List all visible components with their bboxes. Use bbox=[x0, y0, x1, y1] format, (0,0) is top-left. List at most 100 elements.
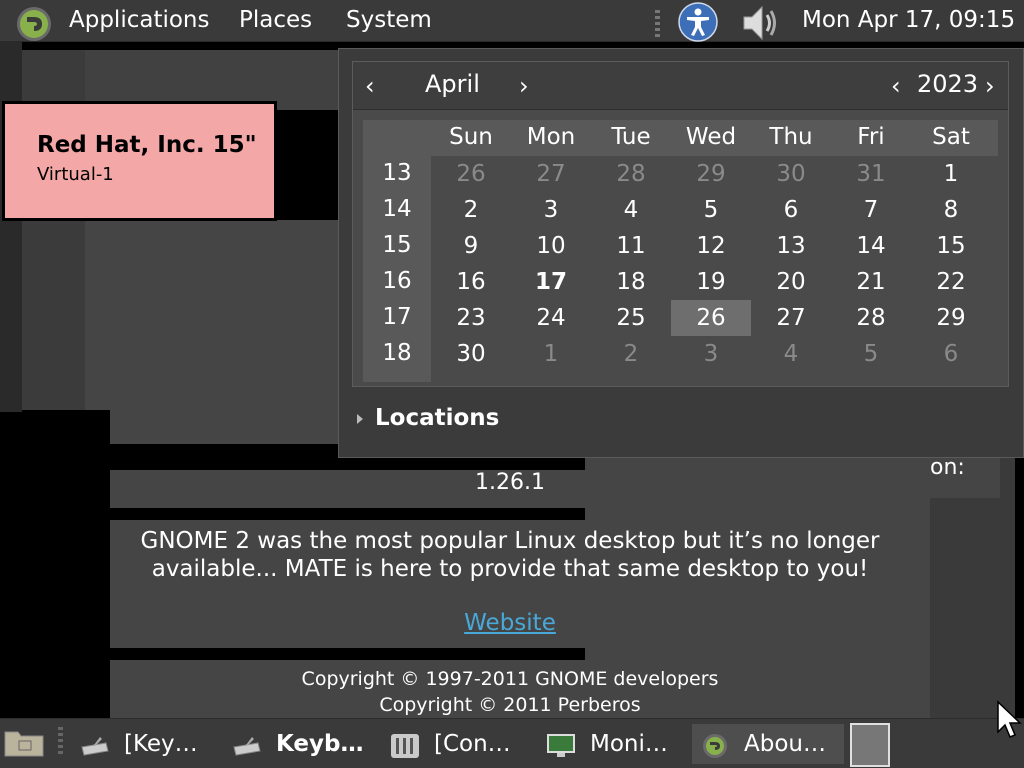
places-menu[interactable]: Places bbox=[239, 6, 312, 34]
partial-label: on: bbox=[930, 455, 965, 480]
mouse-cursor-icon bbox=[996, 700, 1022, 740]
clock[interactable]: Mon Apr 17, 09:15 bbox=[802, 6, 1015, 34]
calendar-day[interactable]: 19 bbox=[671, 264, 751, 300]
calendar-day[interactable]: 2 bbox=[591, 336, 671, 372]
locations-label: Locations bbox=[375, 405, 500, 431]
system-menu[interactable]: System bbox=[346, 6, 432, 34]
calendar-day[interactable]: 15 bbox=[911, 228, 991, 264]
calendar-day[interactable]: 4 bbox=[751, 336, 831, 372]
calendar-day[interactable]: 20 bbox=[751, 264, 831, 300]
weekday-label: Mon bbox=[526, 124, 576, 150]
month-label: April bbox=[425, 70, 480, 98]
accessibility-icon[interactable] bbox=[677, 1, 719, 43]
calendar-day[interactable]: 29 bbox=[671, 156, 751, 192]
taskbar-label: Keyb… bbox=[276, 731, 364, 757]
background-window-area bbox=[110, 410, 350, 444]
calendar-day[interactable]: 18 bbox=[591, 264, 671, 300]
version-label: 1.26.1 bbox=[475, 470, 545, 495]
taskbar-label: [Con… bbox=[434, 731, 511, 757]
weekday-label: Sun bbox=[449, 124, 493, 150]
mate-logo-icon bbox=[700, 732, 730, 758]
keyboard-icon bbox=[232, 732, 262, 758]
next-month-button[interactable]: › bbox=[519, 72, 529, 100]
week-number: 16 bbox=[382, 268, 412, 294]
next-year-button[interactable]: › bbox=[985, 72, 995, 100]
weekday-label: Tue bbox=[611, 124, 651, 150]
calendar-day[interactable]: 16 bbox=[431, 264, 511, 300]
weekday-label: Sat bbox=[932, 124, 970, 150]
calendar-day[interactable]: 21 bbox=[831, 264, 911, 300]
calendar-header: ‹ April › ‹ 2023 › bbox=[353, 62, 1008, 110]
panel-handle[interactable] bbox=[58, 727, 63, 757]
calendar-day[interactable]: 3 bbox=[671, 336, 751, 372]
year-label: 2023 bbox=[917, 70, 979, 98]
calendar-day[interactable]: 26 bbox=[431, 156, 511, 192]
calendar: ‹ April › ‹ 2023 › Sun Mon Tue Wed Thu Fri Sat… bbox=[352, 61, 1009, 387]
calendar-day[interactable]: 2 bbox=[431, 192, 511, 228]
description-line: available... MATE is here to provide tha… bbox=[151, 556, 869, 582]
expander-arrow-icon bbox=[357, 413, 363, 424]
panel-handle[interactable] bbox=[655, 10, 660, 38]
calendar-day[interactable]: 25 bbox=[591, 300, 671, 336]
monitor-icon bbox=[546, 732, 576, 758]
week-number: 17 bbox=[382, 304, 412, 330]
website-link[interactable]: Website bbox=[110, 610, 910, 636]
taskbar-button[interactable]: [Key… bbox=[64, 724, 220, 764]
description: GNOME 2 was the most popular Linux deskt… bbox=[110, 527, 910, 583]
calendar-day[interactable]: 5 bbox=[831, 336, 911, 372]
calendar-day[interactable]: 7 bbox=[831, 192, 911, 228]
volume-icon[interactable] bbox=[740, 2, 780, 44]
calendar-day[interactable]: 30 bbox=[751, 156, 831, 192]
monitor-output: Virtual-1 bbox=[37, 164, 114, 185]
mate-logo-icon[interactable] bbox=[12, 4, 56, 44]
show-desktop-icon[interactable] bbox=[2, 726, 46, 760]
taskbar-button[interactable]: Keyb… bbox=[222, 724, 382, 764]
copyright-line: Copyright © 2011 Perberos bbox=[379, 694, 641, 716]
calendar-day[interactable]: 1 bbox=[511, 336, 591, 372]
calendar-day[interactable]: 9 bbox=[431, 228, 511, 264]
calendar-day[interactable]: 28 bbox=[591, 156, 671, 192]
redraw-artifact bbox=[110, 648, 585, 660]
calendar-day[interactable]: 6 bbox=[751, 192, 831, 228]
taskbar-button[interactable]: Moni… bbox=[536, 724, 688, 764]
taskbar-label: Moni… bbox=[590, 731, 668, 757]
calendar-day[interactable]: 22 bbox=[911, 264, 991, 300]
week-number: 13 bbox=[382, 160, 412, 186]
calendar-day[interactable]: 30 bbox=[431, 336, 511, 372]
week-number: 14 bbox=[382, 196, 412, 222]
calendar-day[interactable]: 6 bbox=[911, 336, 991, 372]
background-window-area bbox=[85, 220, 345, 410]
top-panel: Applications Places System Mon Apr 17, 0… bbox=[0, 0, 1024, 42]
calendar-day[interactable]: 10 bbox=[511, 228, 591, 264]
calendar-day[interactable]: 4 bbox=[591, 192, 671, 228]
applications-menu[interactable]: Applications bbox=[69, 6, 210, 34]
calendar-day[interactable]: 28 bbox=[831, 300, 911, 336]
taskbar-button[interactable]: [Con… bbox=[384, 724, 534, 764]
background-window-edge bbox=[0, 42, 22, 412]
calendar-day[interactable]: 29 bbox=[911, 300, 991, 336]
calendar-day[interactable]: 27 bbox=[751, 300, 831, 336]
calendar-day[interactable]: 1 bbox=[911, 156, 991, 192]
taskbar-button[interactable]: Abou… bbox=[692, 724, 844, 764]
calendar-day[interactable]: 31 bbox=[831, 156, 911, 192]
calendar-day[interactable]: 23 bbox=[431, 300, 511, 336]
calendar-day[interactable]: 24 bbox=[511, 300, 591, 336]
taskbar-label: Abou… bbox=[744, 731, 826, 757]
calendar-day[interactable]: 27 bbox=[511, 156, 591, 192]
prev-year-button[interactable]: ‹ bbox=[891, 72, 901, 100]
week-number: 18 bbox=[382, 340, 412, 366]
prev-month-button[interactable]: ‹ bbox=[365, 72, 375, 100]
calendar-day[interactable]: 26 bbox=[671, 300, 751, 336]
locations-expander[interactable]: Locations bbox=[357, 405, 499, 431]
calendar-day[interactable]: 8 bbox=[911, 192, 991, 228]
taskbar-label: [Key… bbox=[124, 731, 198, 757]
calendar-day[interactable]: 14 bbox=[831, 228, 911, 264]
monitor-label: Red Hat, Inc. 15" Virtual-1 bbox=[2, 101, 277, 221]
workspace-switcher[interactable] bbox=[850, 723, 890, 767]
calendar-day[interactable]: 11 bbox=[591, 228, 671, 264]
calendar-day[interactable]: 5 bbox=[671, 192, 751, 228]
calendar-day[interactable]: 3 bbox=[511, 192, 591, 228]
calendar-day[interactable]: 12 bbox=[671, 228, 751, 264]
calendar-day[interactable]: 17 bbox=[511, 264, 591, 300]
calendar-day[interactable]: 13 bbox=[751, 228, 831, 264]
